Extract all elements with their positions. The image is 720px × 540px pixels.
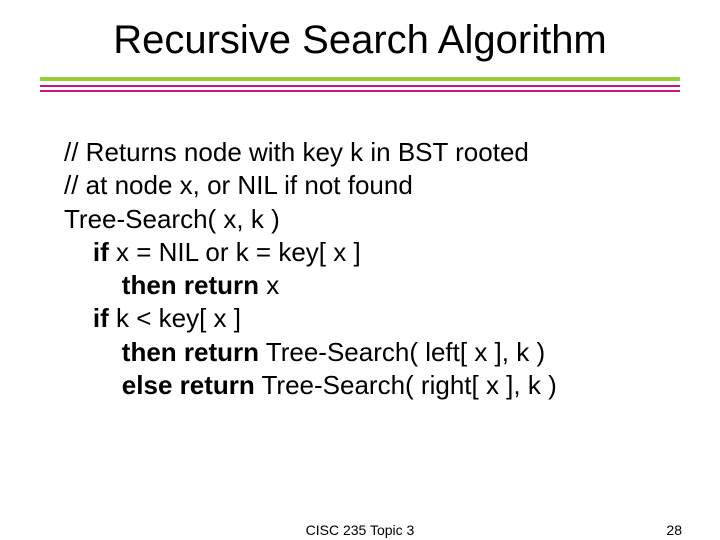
code-line: // at node x, or NIL if not found — [64, 169, 680, 202]
footer-topic: CISC 235 Topic 3 — [306, 522, 415, 538]
code-line: if x = NIL or k = key[ x ] — [64, 236, 680, 269]
code-line: else return Tree-Search( right[ x ], k ) — [64, 369, 680, 402]
page-number: 28 — [666, 522, 682, 538]
code-line: then return x — [64, 269, 680, 302]
code-line: Tree-Search( x, k ) — [64, 203, 680, 236]
code-line: // Returns node with key k in BST rooted — [64, 136, 680, 169]
code-line: if k < key[ x ] — [64, 302, 680, 335]
code-block: // Returns node with key k in BST rooted… — [64, 136, 680, 402]
rule-magenta-2 — [40, 90, 680, 92]
code-line: then return Tree-Search( left[ x ], k ) — [64, 336, 680, 369]
divider-rules — [40, 77, 680, 92]
slide-title: Recursive Search Algorithm — [0, 0, 720, 77]
